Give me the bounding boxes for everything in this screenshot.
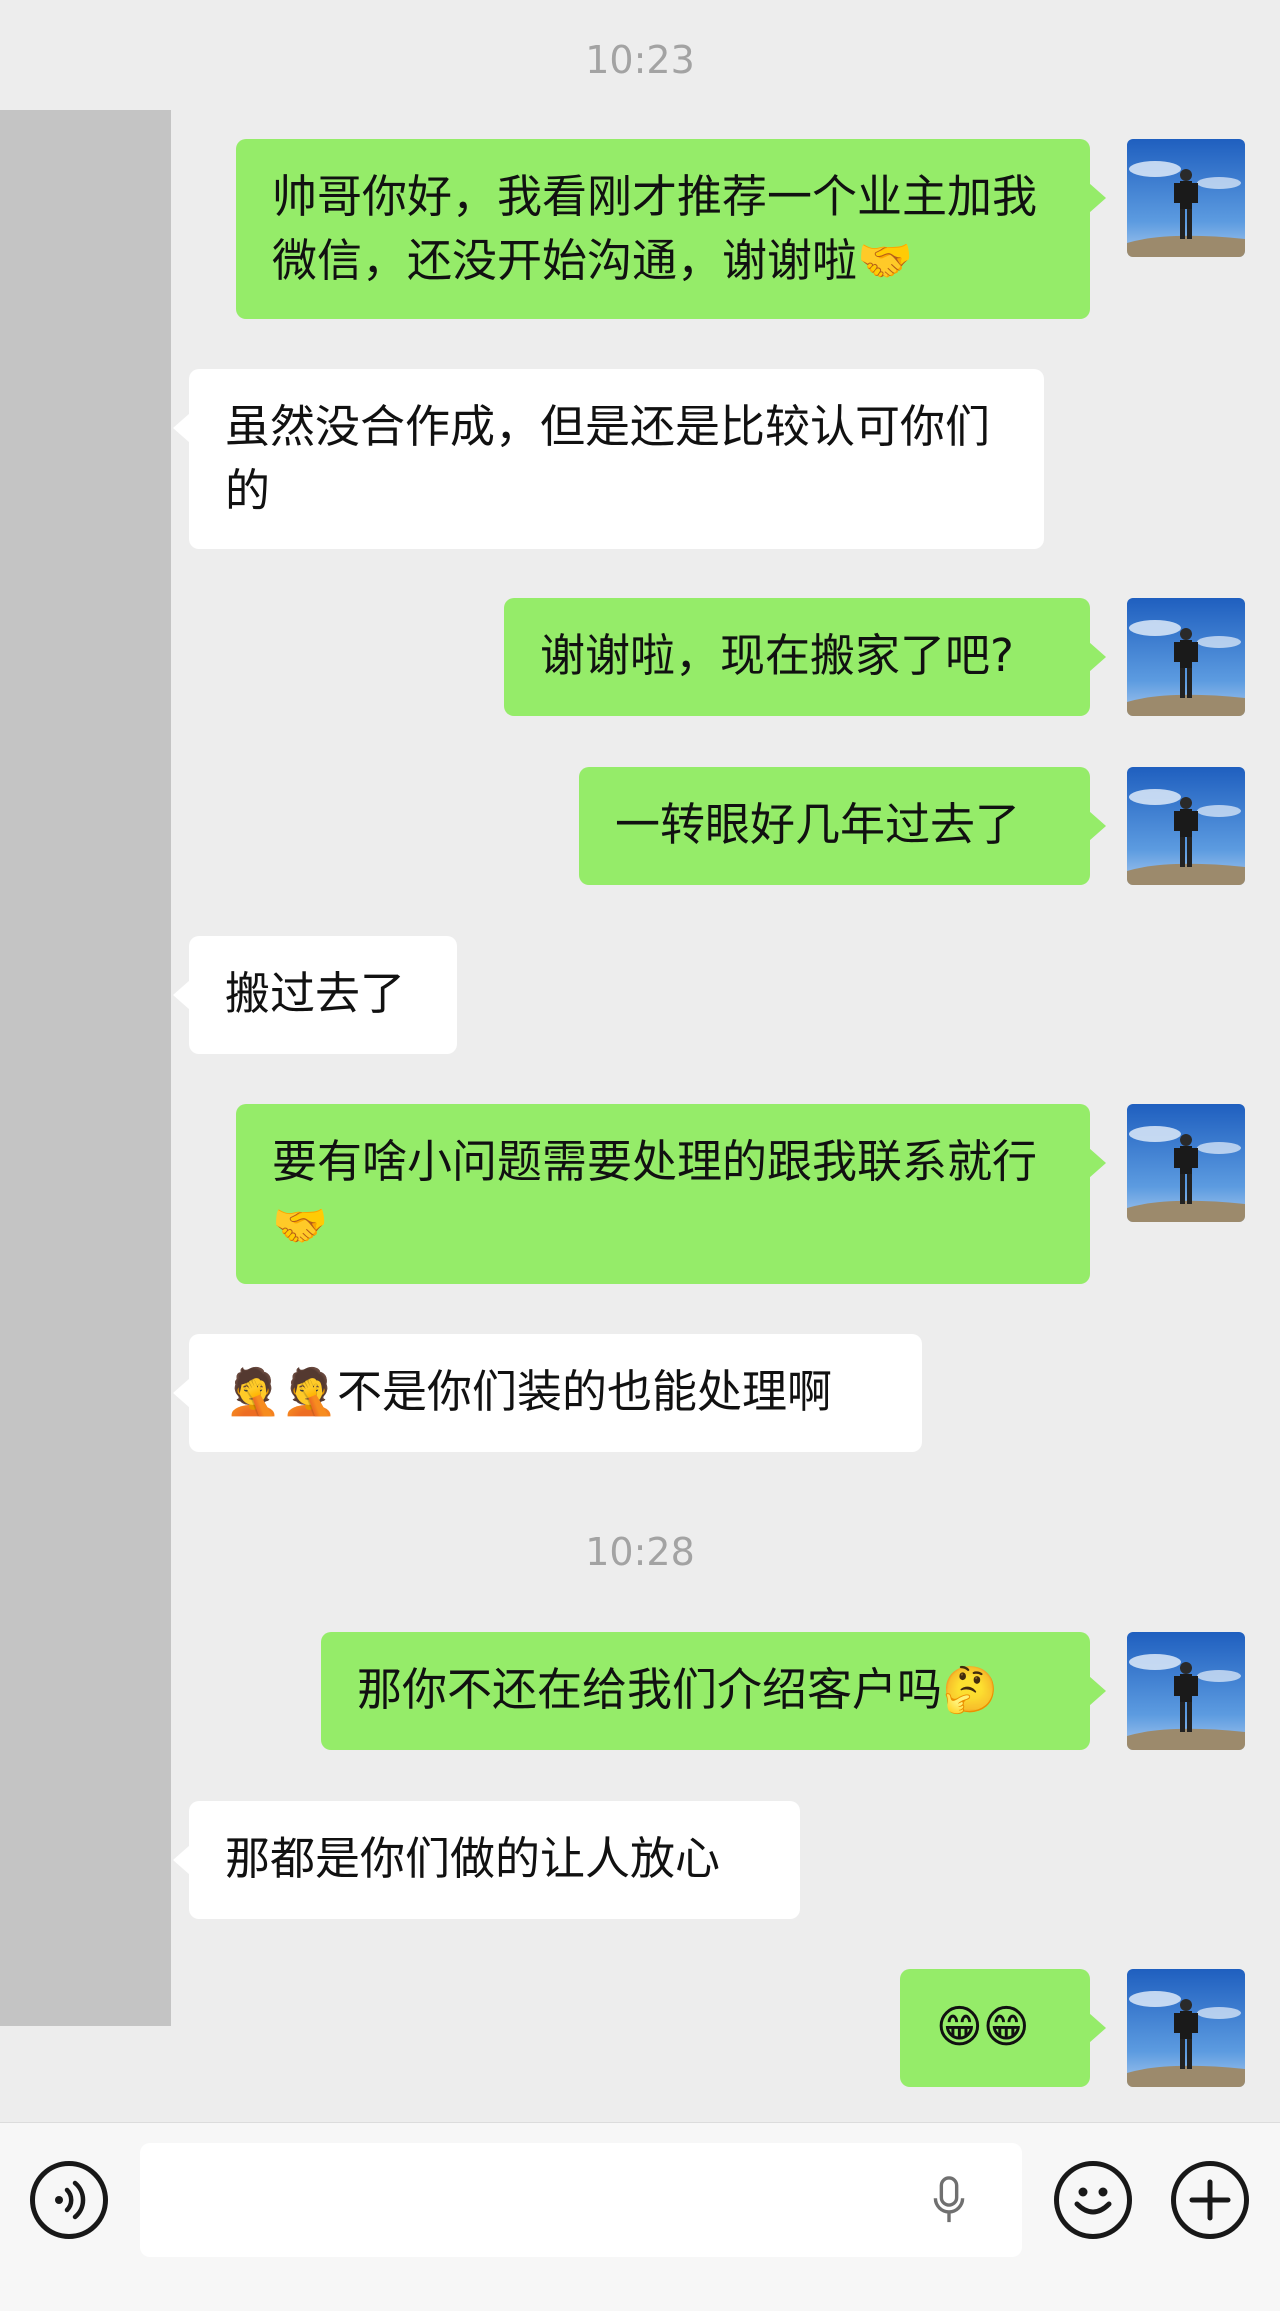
outgoing-message[interactable]: 一转眼好几年过去了 — [579, 767, 1106, 885]
my-avatar[interactable] — [1127, 767, 1245, 885]
voice-toggle-button[interactable] — [30, 2161, 108, 2239]
chat-input-bar — [0, 2122, 1280, 2311]
emoji-button[interactable] — [1054, 2161, 1132, 2239]
outgoing-message[interactable]: 那你不还在给我们介绍客户吗🤔 — [321, 1632, 1106, 1750]
message-input[interactable] — [140, 2143, 1022, 2257]
my-avatar[interactable] — [1127, 598, 1245, 716]
outgoing-message[interactable]: 谢谢啦，现在搬家了吧? — [504, 598, 1106, 716]
incoming-message[interactable]: 虽然没合作成，但是还是比较认可你们的 — [173, 369, 1044, 549]
avatar-image-icon — [1127, 139, 1245, 257]
incoming-message[interactable]: 那都是你们做的让人放心 — [173, 1801, 800, 1919]
microphone-icon[interactable] — [932, 2175, 966, 2225]
timestamp: 10:28 — [585, 1530, 695, 1574]
plus-button[interactable] — [1171, 2161, 1249, 2239]
outgoing-message[interactable]: 帅哥你好，我看刚才推荐一个业主加我微信，还没开始沟通，谢谢啦🤝 — [236, 139, 1106, 319]
plus-icon — [1189, 2179, 1231, 2221]
incoming-message[interactable]: 🤦🤦不是你们装的也能处理啊 — [173, 1334, 922, 1452]
avatar-image-icon — [1127, 1969, 1245, 2087]
incoming-message[interactable]: 搬过去了 — [173, 936, 457, 1054]
outgoing-message[interactable]: 😁😁 — [900, 1969, 1106, 2087]
my-avatar[interactable] — [1127, 1632, 1245, 1750]
avatar-image-icon — [1127, 598, 1245, 716]
timestamp: 10:23 — [585, 38, 695, 82]
avatar-image-icon — [1127, 767, 1245, 885]
redacted-sidebar — [0, 110, 171, 2026]
voice-toggle-icon — [55, 2180, 86, 2220]
emoji-icon — [1074, 2187, 1112, 2215]
avatar-image-icon — [1127, 1632, 1245, 1750]
my-avatar[interactable] — [1127, 1104, 1245, 1222]
my-avatar[interactable] — [1127, 139, 1245, 257]
avatar-image-icon — [1127, 1104, 1245, 1222]
my-avatar[interactable] — [1127, 1969, 1245, 2087]
outgoing-message[interactable]: 要有啥小问题需要处理的跟我联系就行🤝 — [236, 1104, 1106, 1284]
